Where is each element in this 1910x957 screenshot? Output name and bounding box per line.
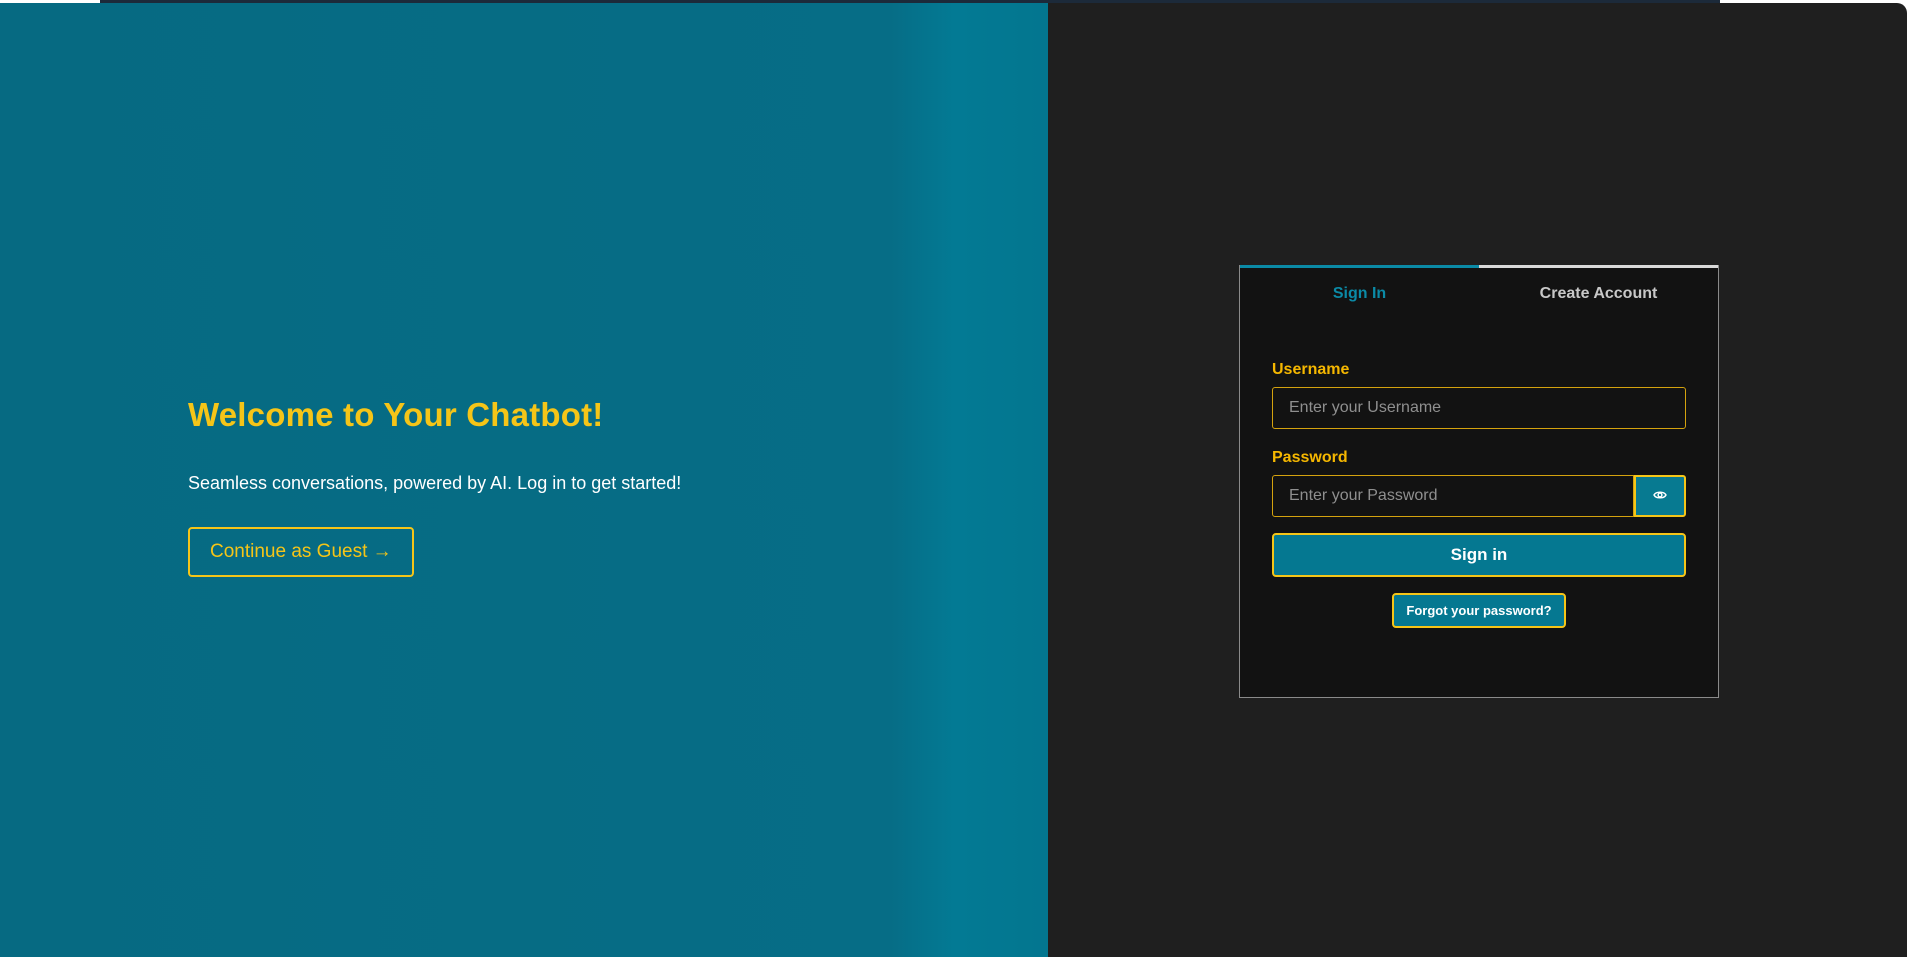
sign-in-form: Username Password <box>1240 318 1718 628</box>
eye-icon <box>1653 487 1667 505</box>
username-field-group: Username <box>1272 361 1686 429</box>
tab-sign-in[interactable]: Sign In <box>1240 265 1479 318</box>
auth-card: Sign In Create Account Username Password <box>1239 265 1719 698</box>
hero-title: Welcome to Your Chatbot! <box>188 396 604 433</box>
app-window: Welcome to Your Chatbot! Seamless conver… <box>0 3 1907 957</box>
tab-create-account[interactable]: Create Account <box>1479 265 1718 318</box>
password-label: Password <box>1272 449 1348 466</box>
hero-panel: Welcome to Your Chatbot! Seamless conver… <box>0 3 1048 957</box>
hero-subtitle: Seamless conversations, powered by AI. L… <box>188 473 682 493</box>
username-label: Username <box>1272 361 1350 378</box>
show-password-button[interactable] <box>1634 475 1686 517</box>
auth-tabs: Sign In Create Account <box>1240 265 1718 318</box>
password-row <box>1272 475 1686 517</box>
username-input[interactable] <box>1272 387 1686 429</box>
forgot-password-wrap: Forgot your password? <box>1272 593 1686 628</box>
forgot-password-button[interactable]: Forgot your password? <box>1392 593 1566 628</box>
password-field-group: Password <box>1272 449 1686 517</box>
hero-content: Welcome to Your Chatbot! Seamless conver… <box>188 396 888 577</box>
password-input[interactable] <box>1272 475 1634 517</box>
auth-panel: Sign In Create Account Username Password <box>1048 3 1907 957</box>
continue-as-guest-button[interactable]: Continue as Guest → <box>188 527 414 577</box>
sign-in-button[interactable]: Sign in <box>1272 533 1686 577</box>
